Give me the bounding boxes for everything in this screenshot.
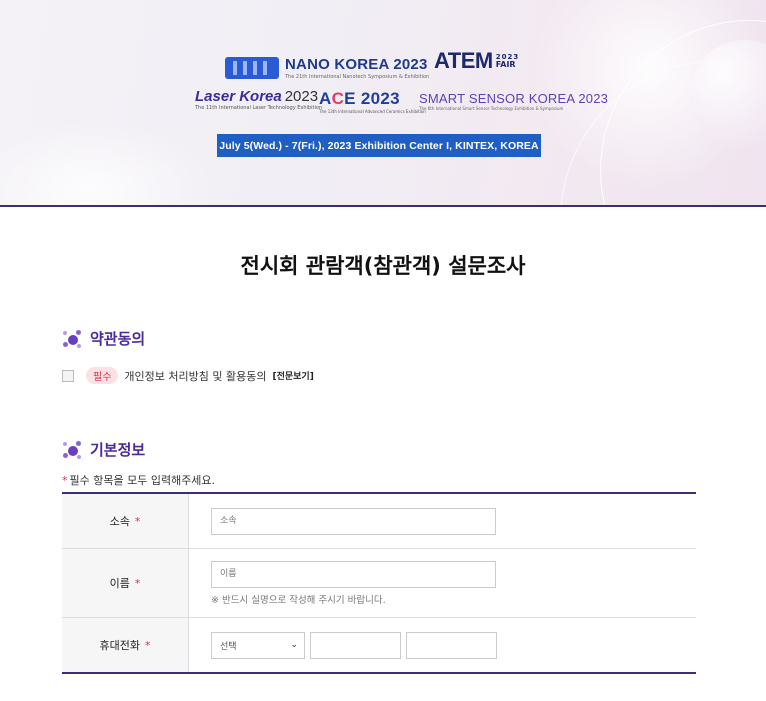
phone-last-input[interactable] (406, 631, 497, 659)
nano-korea-logo: NANO KOREA 2023 The 21th International N… (225, 56, 429, 80)
nano-korea-subtitle: The 21th International Nanotech Symposiu… (285, 74, 430, 80)
ace-name-e: E 2023 (344, 89, 400, 108)
smart-sensor-subtitle: The 6th International Smart Sensor Techn… (419, 106, 564, 111)
privacy-agree-row: 필수 개인정보 처리방침 및 활용동의 [전문보기] (62, 367, 314, 384)
required-badge: 필수 (86, 367, 119, 384)
laser-korea-name: Laser Korea (195, 88, 282, 105)
ace-name-a: A (319, 89, 332, 108)
laser-korea-logo: Laser Korea 2023 The 11th International L… (195, 88, 322, 111)
atem-logo: ATEM 2023 FAIR (434, 48, 519, 74)
terms-section-heading: 약관동의 (62, 328, 145, 349)
atem-fair: FAIR (495, 60, 516, 69)
name-label: 이름 (109, 577, 130, 590)
required-star: * (62, 474, 68, 487)
phone-label: 휴대전화 (99, 639, 140, 652)
phone-field-group: 선택 ⌄ (211, 631, 696, 659)
laser-korea-year: 2023 (284, 88, 319, 105)
affiliation-label: 소속 (109, 515, 130, 528)
required-star: * (134, 576, 141, 590)
real-name-hint: ※ 반드시 실명으로 작성해 주시기 바랍니다. (211, 594, 386, 606)
basic-info-section-heading: 기본정보 (62, 439, 145, 460)
phone-label-cell: 휴대전화 * (62, 618, 189, 672)
nano-korea-name: NANO KOREA 2023 (285, 56, 428, 73)
view-full-terms-link[interactable]: [전문보기] (272, 369, 313, 382)
page-title: 전시회 관람객(참관객) 설문조사 (240, 254, 526, 278)
chevron-down-icon: ⌄ (290, 640, 298, 650)
required-star: * (134, 514, 141, 528)
required-note: * 필수 항목을 모두 입력해주세요. (62, 472, 215, 488)
phone-row: 휴대전화 * 선택 ⌄ (62, 618, 696, 672)
laser-korea-subtitle: The 11th International Laser Technology … (195, 105, 323, 111)
event-banner: NANO KOREA 2023 The 21th International N… (0, 0, 766, 207)
privacy-agree-text: 개인정보 처리방침 및 활용동의 (124, 369, 267, 383)
basic-info-heading-label: 기본정보 (90, 441, 146, 459)
affiliation-row: 소속 * (62, 494, 696, 549)
name-label-cell: 이름 * (62, 549, 189, 617)
smart-sensor-logo: SMART SENSOR KOREA 2023 The 6th Internat… (419, 91, 608, 111)
required-note-text: 필수 항목을 모두 입력해주세요. (69, 474, 216, 487)
name-input[interactable] (211, 560, 496, 588)
banner-glow (0, 120, 220, 205)
name-row: 이름 * ※ 반드시 실명으로 작성해 주시기 바랍니다. (62, 549, 696, 618)
ace-name-c: C (331, 89, 345, 108)
basic-info-form: 소속 * 이름 * ※ 반드시 실명으로 작성해 주시기 바랍니다. 휴대전화 * 선… (62, 492, 696, 674)
ace-logo: ACE 2023 The 13th International Advanced… (319, 89, 426, 114)
atem-name: ATEM (434, 48, 493, 73)
smart-sensor-name: SMART SENSOR KOREA 2023 (419, 91, 609, 106)
phone-prefix-select[interactable]: 선택 ⌄ (211, 631, 305, 659)
affiliation-input[interactable] (211, 507, 496, 535)
molecule-icon (62, 440, 82, 460)
affiliation-label-cell: 소속 * (62, 494, 189, 548)
molecule-icon (62, 329, 82, 349)
event-date-bar: July 5(Wed.) - 7(Fri.), 2023 Exhibition … (217, 134, 541, 157)
phone-prefix-value: 선택 (220, 641, 237, 652)
privacy-agree-checkbox[interactable] (62, 369, 74, 382)
ace-subtitle: The 13th International Advanced Ceramics… (319, 109, 426, 114)
nano-logo-mark-icon (225, 57, 279, 79)
required-star: * (144, 638, 151, 652)
terms-heading-label: 약관동의 (90, 330, 146, 348)
phone-middle-input[interactable] (310, 631, 401, 659)
